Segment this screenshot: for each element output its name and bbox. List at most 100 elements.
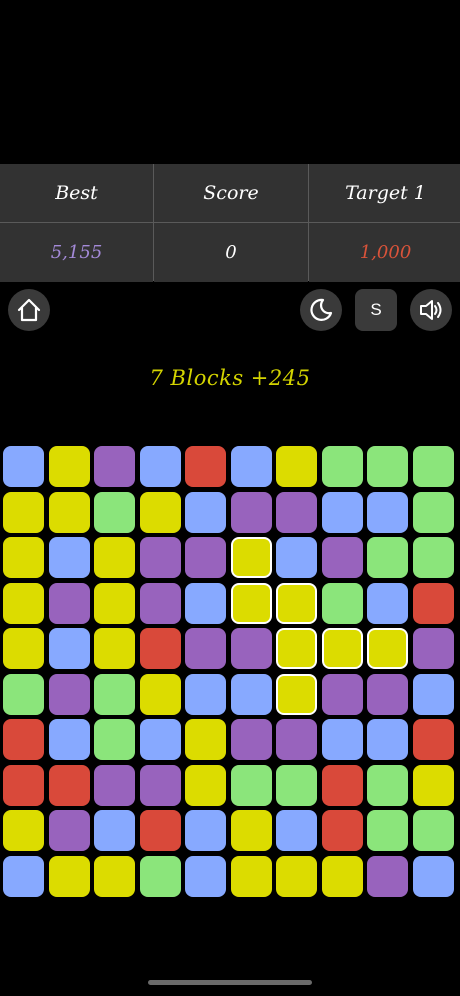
tile-r4-c0[interactable] xyxy=(3,628,44,669)
tile-r0-c3[interactable] xyxy=(139,446,181,487)
tile-r8-c2[interactable] xyxy=(94,810,135,851)
tile-r7-c2[interactable] xyxy=(94,764,135,806)
tile-r6-c4[interactable] xyxy=(185,719,226,760)
tile-r1-c8[interactable] xyxy=(367,491,408,533)
tile-r6-c3[interactable] xyxy=(139,719,181,760)
tile-r1-c4[interactable] xyxy=(185,491,226,533)
tile-r0-c2[interactable] xyxy=(94,446,135,487)
tile-r0-c0[interactable] xyxy=(3,446,44,487)
tile-r3-c4[interactable] xyxy=(185,582,226,624)
tile-r8-c8[interactable] xyxy=(367,810,408,851)
tile-r6-c0[interactable] xyxy=(3,719,44,760)
tile-r9-c3[interactable] xyxy=(139,855,181,897)
tile-r9-c6[interactable] xyxy=(276,855,317,897)
tile-r1-c6[interactable] xyxy=(276,491,317,533)
s-button[interactable]: S xyxy=(355,289,397,331)
tile-r9-c2[interactable] xyxy=(94,855,135,897)
tile-r5-c3[interactable] xyxy=(139,673,181,715)
tile-r3-c1[interactable] xyxy=(48,582,90,624)
tile-r0-c8[interactable] xyxy=(367,446,408,487)
tile-r7-c5[interactable] xyxy=(230,764,272,806)
tile-r7-c9[interactable] xyxy=(412,764,454,806)
tile-r8-c9[interactable] xyxy=(412,810,454,851)
tile-r0-c6[interactable] xyxy=(276,446,317,487)
tile-r9-c7[interactable] xyxy=(321,855,363,897)
tile-r5-c5[interactable] xyxy=(230,673,272,715)
tile-r5-c2[interactable] xyxy=(94,673,135,715)
tile-r5-c1[interactable] xyxy=(48,673,90,715)
tile-r3-c8[interactable] xyxy=(367,582,408,624)
tile-r8-c4[interactable] xyxy=(185,810,226,851)
tile-r7-c3[interactable] xyxy=(139,764,181,806)
tile-r7-c1[interactable] xyxy=(48,764,90,806)
tile-r3-c0[interactable] xyxy=(3,582,44,624)
tile-r1-c0[interactable] xyxy=(3,491,44,533)
tile-r7-c8[interactable] xyxy=(367,764,408,806)
tile-r6-c1[interactable] xyxy=(48,719,90,760)
tile-r2-c6[interactable] xyxy=(276,537,317,578)
sound-button[interactable] xyxy=(410,289,452,331)
tile-r1-c7[interactable] xyxy=(321,491,363,533)
tile-r5-c4[interactable] xyxy=(185,673,226,715)
tile-r5-c6[interactable] xyxy=(276,673,317,715)
tile-r5-c9[interactable] xyxy=(412,673,454,715)
tile-r3-c9[interactable] xyxy=(412,582,454,624)
tile-r0-c5[interactable] xyxy=(230,446,272,487)
tile-r2-c3[interactable] xyxy=(139,537,181,578)
tile-r9-c8[interactable] xyxy=(367,855,408,897)
tile-r1-c1[interactable] xyxy=(48,491,90,533)
tile-r2-c9[interactable] xyxy=(412,537,454,578)
tile-r9-c0[interactable] xyxy=(3,855,44,897)
tile-r4-c8[interactable] xyxy=(367,628,408,669)
tile-r6-c6[interactable] xyxy=(276,719,317,760)
tile-r1-c5[interactable] xyxy=(230,491,272,533)
tile-r2-c5[interactable] xyxy=(230,537,272,578)
tile-r9-c9[interactable] xyxy=(412,855,454,897)
tile-r5-c0[interactable] xyxy=(3,673,44,715)
tile-r7-c0[interactable] xyxy=(3,764,44,806)
tile-r1-c2[interactable] xyxy=(94,491,135,533)
tile-r0-c7[interactable] xyxy=(321,446,363,487)
tile-r8-c5[interactable] xyxy=(230,810,272,851)
tile-r6-c9[interactable] xyxy=(412,719,454,760)
tile-r7-c7[interactable] xyxy=(321,764,363,806)
tile-r1-c3[interactable] xyxy=(139,491,181,533)
tile-r0-c9[interactable] xyxy=(412,446,454,487)
tile-r2-c7[interactable] xyxy=(321,537,363,578)
tile-r4-c9[interactable] xyxy=(412,628,454,669)
tile-r4-c5[interactable] xyxy=(230,628,272,669)
tile-r2-c8[interactable] xyxy=(367,537,408,578)
tile-r8-c1[interactable] xyxy=(48,810,90,851)
tile-r3-c3[interactable] xyxy=(139,582,181,624)
tile-r8-c3[interactable] xyxy=(139,810,181,851)
tile-r9-c4[interactable] xyxy=(185,855,226,897)
tile-r6-c8[interactable] xyxy=(367,719,408,760)
tile-r7-c4[interactable] xyxy=(185,764,226,806)
tile-r2-c0[interactable] xyxy=(3,537,44,578)
tile-r1-c9[interactable] xyxy=(412,491,454,533)
tile-r8-c0[interactable] xyxy=(3,810,44,851)
tile-r8-c7[interactable] xyxy=(321,810,363,851)
tile-r4-c3[interactable] xyxy=(139,628,181,669)
tile-r4-c2[interactable] xyxy=(94,628,135,669)
tile-r3-c6[interactable] xyxy=(276,582,317,624)
tile-r2-c4[interactable] xyxy=(185,537,226,578)
tile-r5-c8[interactable] xyxy=(367,673,408,715)
tile-r3-c2[interactable] xyxy=(94,582,135,624)
tile-r4-c6[interactable] xyxy=(276,628,317,669)
tile-r6-c7[interactable] xyxy=(321,719,363,760)
tile-r0-c1[interactable] xyxy=(48,446,90,487)
tile-r4-c7[interactable] xyxy=(321,628,363,669)
tile-r9-c5[interactable] xyxy=(230,855,272,897)
tile-r8-c6[interactable] xyxy=(276,810,317,851)
tile-r3-c7[interactable] xyxy=(321,582,363,624)
tile-r0-c4[interactable] xyxy=(185,446,226,487)
tile-r5-c7[interactable] xyxy=(321,673,363,715)
tile-r9-c1[interactable] xyxy=(48,855,90,897)
tile-r7-c6[interactable] xyxy=(276,764,317,806)
home-button[interactable] xyxy=(8,289,50,331)
tile-r6-c2[interactable] xyxy=(94,719,135,760)
tile-r2-c1[interactable] xyxy=(48,537,90,578)
tile-r4-c4[interactable] xyxy=(185,628,226,669)
tile-r6-c5[interactable] xyxy=(230,719,272,760)
